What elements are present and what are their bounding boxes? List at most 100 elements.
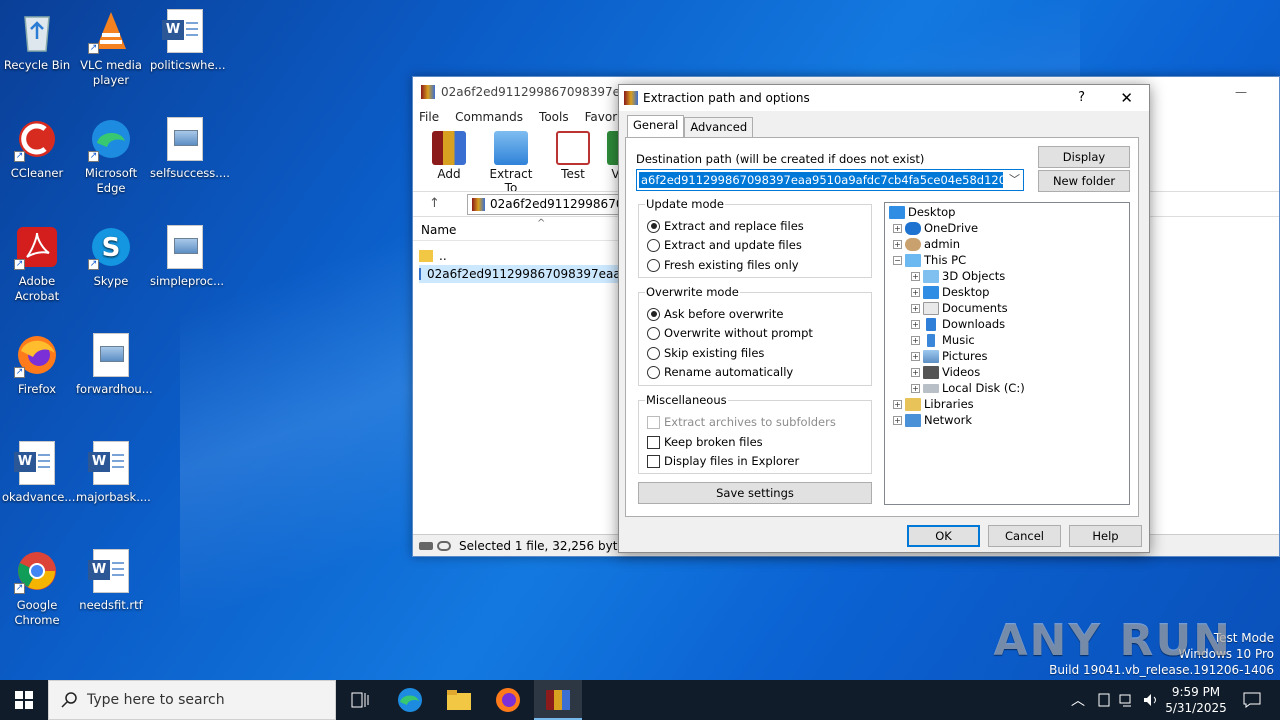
tree-node-libraries[interactable]: + Libraries bbox=[893, 396, 974, 412]
expand-icon[interactable]: + bbox=[893, 415, 902, 425]
close-icon[interactable]: ✕ bbox=[1120, 85, 1133, 111]
tree-node-admin[interactable]: + admin bbox=[893, 236, 960, 252]
expand-icon[interactable]: + bbox=[911, 351, 920, 361]
desktop-icon-vlc[interactable]: ↗ VLC media player bbox=[74, 8, 148, 88]
desktop-icon-simpleproc[interactable]: simpleproc... bbox=[148, 224, 224, 289]
menu-tools[interactable]: Tools bbox=[539, 107, 569, 127]
display-button[interactable]: Display bbox=[1038, 146, 1130, 168]
folder-tree[interactable]: Desktop + OneDrive + admin − This PC +3D Ob… bbox=[884, 202, 1130, 505]
expand-icon[interactable]: + bbox=[893, 399, 902, 409]
up-arrow-icon[interactable]: ↑ bbox=[429, 196, 440, 211]
desktop-icon-majorbask[interactable]: W majorbask.... bbox=[74, 440, 151, 505]
expand-icon[interactable]: + bbox=[911, 319, 920, 329]
desktop-icon-ccleaner[interactable]: ↗ CCleaner bbox=[0, 116, 74, 181]
expand-icon[interactable]: + bbox=[911, 271, 920, 281]
radio-unchecked[interactable] bbox=[647, 346, 660, 360]
desktop-icon-okadvance[interactable]: W okadvance.... bbox=[0, 440, 79, 505]
desktop-icon-chrome[interactable]: ↗ Google Chrome bbox=[0, 548, 74, 628]
expand-icon[interactable]: + bbox=[893, 223, 902, 233]
taskbar-firefox[interactable] bbox=[484, 680, 532, 720]
file-row[interactable]: 02a6f2ed911299867098397eaa9510a bbox=[419, 265, 619, 283]
extraction-dialog[interactable]: Extraction path and options ? ✕ General … bbox=[618, 84, 1150, 553]
expand-icon[interactable]: + bbox=[911, 383, 920, 393]
chevron-down-icon[interactable]: ﹀ bbox=[1009, 171, 1020, 187]
radio-unchecked[interactable] bbox=[647, 258, 660, 272]
start-button[interactable] bbox=[0, 680, 48, 720]
radio-unchecked[interactable] bbox=[647, 365, 660, 379]
collapse-icon[interactable]: − bbox=[893, 255, 902, 265]
show-hidden-icons-button[interactable]: ︿ bbox=[1068, 680, 1088, 720]
expand-icon[interactable]: + bbox=[893, 239, 902, 249]
radio-extract-replace[interactable]: Extract and replace files bbox=[647, 219, 804, 233]
task-view-button[interactable] bbox=[336, 680, 384, 720]
network-icon bbox=[1119, 694, 1131, 707]
menu-commands[interactable]: Commands bbox=[455, 107, 523, 127]
expand-icon[interactable]: + bbox=[911, 367, 920, 377]
radio-checked[interactable] bbox=[647, 307, 660, 321]
tree-node-downloads[interactable]: + Downloads bbox=[911, 316, 1005, 332]
expand-icon[interactable]: + bbox=[911, 303, 920, 313]
tree-node-3d-objects[interactable]: +3D Objects bbox=[911, 268, 1005, 284]
desktop-icon-firefox[interactable]: ↗ Firefox bbox=[0, 332, 74, 397]
tree-node-desktop[interactable]: Desktop bbox=[889, 204, 955, 220]
checkbox-display-in-explorer[interactable]: Display files in Explorer bbox=[647, 454, 799, 468]
tab-general[interactable]: General bbox=[627, 115, 685, 137]
clock[interactable]: 9:59 PM 5/31/2025 bbox=[1164, 680, 1228, 720]
cancel-button[interactable]: Cancel bbox=[988, 525, 1061, 547]
checkbox[interactable] bbox=[647, 435, 660, 449]
expand-icon[interactable]: + bbox=[911, 335, 920, 345]
desktop-icon-acrobat[interactable]: ↗ Adobe Acrobat bbox=[0, 224, 74, 304]
taskbar-file-explorer[interactable] bbox=[435, 680, 483, 720]
radio-unchecked[interactable] bbox=[647, 326, 660, 340]
taskbar-search-box[interactable]: Type here to search bbox=[48, 680, 336, 720]
new-folder-button[interactable]: New folder bbox=[1038, 170, 1130, 192]
desktop-icon-needsfit[interactable]: W needsfit.rtf bbox=[74, 548, 148, 613]
toolbar-add-button[interactable]: Add bbox=[421, 131, 477, 183]
radio-extract-update[interactable]: Extract and update files bbox=[647, 238, 802, 252]
help-question-button[interactable]: ? bbox=[1078, 85, 1085, 111]
help-button[interactable]: Help bbox=[1069, 525, 1142, 547]
tree-node-this-pc[interactable]: − This PC bbox=[893, 252, 966, 268]
radio-ask-before[interactable]: Ask before overwrite bbox=[647, 307, 783, 321]
toolbar-test-button[interactable]: Test bbox=[545, 131, 601, 183]
tab-advanced[interactable]: Advanced bbox=[684, 117, 754, 137]
tree-node-music[interactable]: + Music bbox=[911, 332, 975, 348]
desktop-icon-edge[interactable]: ↗ Microsoft Edge bbox=[74, 116, 148, 196]
column-header-name[interactable]: Name ^ bbox=[413, 218, 619, 241]
radio-rename-automatically[interactable]: Rename automatically bbox=[647, 365, 793, 379]
minimize-icon[interactable]: — bbox=[1235, 77, 1247, 107]
tree-node-pictures[interactable]: + Pictures bbox=[911, 348, 988, 364]
radio-unchecked[interactable] bbox=[647, 238, 660, 252]
radio-overwrite-without-prompt[interactable]: Overwrite without prompt bbox=[647, 326, 813, 340]
tray-icons[interactable] bbox=[1092, 680, 1164, 720]
tree-node-network[interactable]: + Network bbox=[893, 412, 972, 428]
taskbar-edge[interactable] bbox=[386, 680, 434, 720]
radio-checked[interactable] bbox=[647, 219, 660, 233]
tree-node-videos[interactable]: + Videos bbox=[911, 364, 980, 380]
ok-button[interactable]: OK bbox=[907, 525, 980, 547]
checkbox[interactable] bbox=[647, 454, 660, 468]
save-settings-button[interactable]: Save settings bbox=[638, 482, 872, 504]
file-row[interactable]: .. bbox=[419, 247, 447, 265]
radio-skip-existing[interactable]: Skip existing files bbox=[647, 346, 764, 360]
expand-icon[interactable]: + bbox=[911, 287, 920, 297]
taskbar-winrar[interactable] bbox=[534, 680, 582, 720]
address-field[interactable]: 02a6f2ed91129986709839 bbox=[467, 194, 627, 215]
toolbar-extract-button[interactable]: Extract To bbox=[483, 131, 539, 195]
radio-fresh-existing[interactable]: Fresh existing files only bbox=[647, 258, 799, 272]
tree-node-onedrive[interactable]: + OneDrive bbox=[893, 220, 978, 236]
tree-node-documents[interactable]: + Documents bbox=[911, 300, 1008, 316]
desktop-icon-forwardhou[interactable]: forwardhou... bbox=[74, 332, 153, 397]
desktop-icon-politicswhe[interactable]: W politicswhe... bbox=[148, 8, 225, 73]
dialog-titlebar[interactable]: Extraction path and options ? ✕ bbox=[619, 85, 1149, 111]
desktop-icon-recycle-bin[interactable]: Recycle Bin bbox=[0, 8, 74, 73]
tree-node-local-disk[interactable]: + Local Disk (C:) bbox=[911, 380, 1025, 396]
menu-file[interactable]: File bbox=[419, 107, 439, 127]
checkbox-keep-broken[interactable]: Keep broken files bbox=[647, 435, 763, 449]
tree-node-desktop-pc[interactable]: + Desktop bbox=[911, 284, 989, 300]
pictures-icon bbox=[923, 349, 939, 363]
desktop-icon-skype[interactable]: S ↗ Skype bbox=[74, 224, 148, 289]
desktop-icon-selfsuccess[interactable]: selfsuccess.... bbox=[148, 116, 230, 181]
destination-path-combo[interactable]: a6f2ed911299867098397eaa9510a9afdc7cb4fa… bbox=[636, 169, 1024, 191]
notification-center-button[interactable] bbox=[1232, 680, 1272, 720]
